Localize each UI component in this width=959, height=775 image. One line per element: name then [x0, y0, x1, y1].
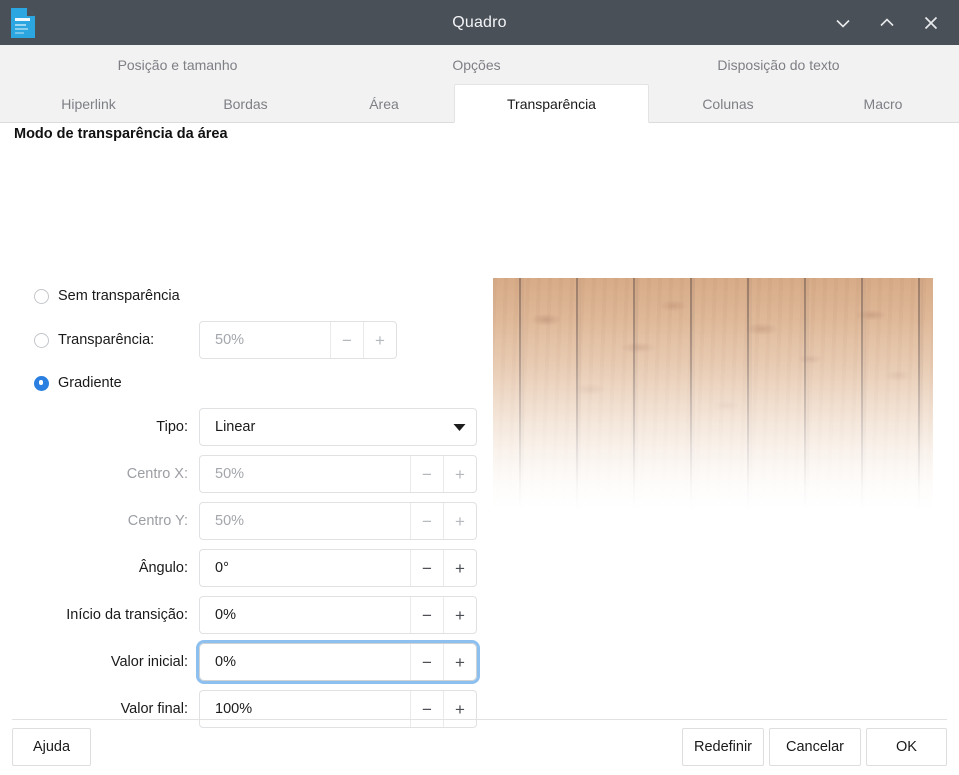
- label-valor-inicial: Valor inicial:: [110, 654, 188, 670]
- close-icon: [924, 16, 938, 29]
- panel-section-title: Modo de transparência da área: [14, 126, 228, 142]
- transparency-percent-increment[interactable]: +: [363, 322, 396, 358]
- tab-hiperlink[interactable]: Hiperlink: [0, 84, 177, 123]
- field-row-valor-final: Valor final: 100% − +: [34, 689, 477, 729]
- close-button[interactable]: [917, 9, 945, 37]
- tab-label: Opções: [452, 56, 501, 73]
- transparency-panel: Modo de transparência da área Sem transp…: [0, 123, 959, 728]
- maximize-button[interactable]: [873, 9, 901, 37]
- gradient-start-value-spinner[interactable]: 0% − +: [196, 640, 480, 684]
- radio-row-transparencia[interactable]: Transparência:: [34, 332, 154, 348]
- gradient-border-spinner[interactable]: 0% − +: [199, 596, 477, 634]
- tab-label: Hiperlink: [61, 95, 116, 112]
- gradient-center-x-increment[interactable]: +: [443, 456, 476, 492]
- gradient-center-x-spinner[interactable]: 50% − +: [199, 455, 477, 493]
- transparency-preview: [493, 278, 933, 510]
- gradient-end-value-decrement[interactable]: −: [410, 691, 443, 727]
- label-tipo: Tipo:: [156, 419, 188, 435]
- gradient-border-value[interactable]: 0%: [200, 597, 410, 633]
- tab-label: Transparência: [507, 95, 596, 112]
- gradient-start-value-decrement[interactable]: −: [410, 644, 443, 680]
- chevron-down-icon[interactable]: [442, 423, 476, 432]
- minimize-button[interactable]: [829, 9, 857, 37]
- tab-bordas[interactable]: Bordas: [177, 84, 314, 123]
- document-icon: [8, 6, 38, 40]
- gradient-center-y-decrement[interactable]: −: [410, 503, 443, 539]
- field-row-centro-y: Centro Y: 50% − +: [34, 501, 477, 541]
- window-controls: [829, 0, 959, 45]
- tab-label: Macro: [863, 95, 903, 112]
- radio-label: Sem transparência: [58, 288, 180, 304]
- radio-row-sem-transparencia[interactable]: Sem transparência: [34, 288, 180, 304]
- chevron-down-icon: [836, 19, 850, 28]
- gradient-start-value-increment[interactable]: +: [443, 644, 476, 680]
- gradient-angle-decrement[interactable]: −: [410, 550, 443, 586]
- gradient-angle-increment[interactable]: +: [443, 550, 476, 586]
- tab-row-primary: Posição e tamanho Opções Disposição do t…: [0, 45, 959, 84]
- tab-label: Disposição do texto: [717, 56, 840, 73]
- field-row-tipo: Tipo: Linear: [34, 407, 477, 447]
- label-angulo: Ângulo:: [138, 560, 188, 576]
- ok-button[interactable]: OK: [866, 728, 947, 766]
- help-button[interactable]: Ajuda: [12, 728, 91, 766]
- transparency-percent-spinner[interactable]: 50% − +: [199, 321, 397, 359]
- label-centro-x: Centro X:: [126, 466, 188, 482]
- label-centro-y: Centro Y:: [127, 513, 188, 529]
- tab-row-secondary: Hiperlink Bordas Área Transparência Colu…: [0, 84, 959, 123]
- label-inicio-da-transicao: Início da transição:: [66, 607, 188, 623]
- cancel-button[interactable]: Cancelar: [769, 728, 861, 766]
- tab-colunas[interactable]: Colunas: [649, 84, 807, 123]
- window-title: Quadro: [452, 13, 507, 31]
- gradient-center-x-decrement[interactable]: −: [410, 456, 443, 492]
- tab-area[interactable]: Área: [314, 84, 454, 123]
- gradient-angle-spinner[interactable]: 0° − +: [199, 549, 477, 587]
- field-row-valor-inicial: Valor inicial: 0% − +: [34, 640, 480, 684]
- radio-sem-transparencia[interactable]: [34, 288, 49, 304]
- gradient-end-value[interactable]: 100%: [200, 691, 410, 727]
- button-bar-separator: [12, 719, 947, 720]
- transparency-percent-decrement[interactable]: −: [330, 322, 363, 358]
- field-row-centro-x: Centro X: 50% − +: [34, 454, 477, 494]
- gradient-border-increment[interactable]: +: [443, 597, 476, 633]
- gradient-center-y-value[interactable]: 50%: [200, 503, 410, 539]
- gradient-type-value: Linear: [215, 419, 256, 435]
- tab-label: Colunas: [702, 95, 754, 112]
- radio-gradiente[interactable]: [34, 375, 49, 391]
- tab-posicao-e-tamanho[interactable]: Posição e tamanho: [0, 45, 355, 84]
- radio-row-gradiente[interactable]: Gradiente: [34, 375, 122, 391]
- field-row-inicio-transicao: Início da transição: 0% − +: [34, 595, 477, 635]
- field-row-angulo: Ângulo: 0° − +: [34, 548, 477, 588]
- window-titlebar: Quadro: [0, 0, 959, 45]
- tab-opcoes[interactable]: Opções: [355, 45, 598, 84]
- dialog-button-bar: Ajuda Redefinir Cancelar OK: [0, 728, 959, 774]
- gradient-end-value-spinner[interactable]: 100% − +: [199, 690, 477, 728]
- label-valor-final: Valor final:: [120, 701, 188, 717]
- tab-disposicao-do-texto[interactable]: Disposição do texto: [598, 45, 959, 84]
- preview-gradient-overlay: [493, 278, 933, 510]
- tab-label: Posição e tamanho: [117, 56, 238, 73]
- tab-macro[interactable]: Macro: [807, 84, 959, 123]
- tab-label: Bordas: [223, 95, 268, 112]
- gradient-center-x-value[interactable]: 50%: [200, 456, 410, 492]
- gradient-end-value-increment[interactable]: +: [443, 691, 476, 727]
- reset-button[interactable]: Redefinir: [682, 728, 764, 766]
- tab-transparencia[interactable]: Transparência: [454, 84, 649, 123]
- chevron-up-icon: [880, 17, 894, 26]
- gradient-angle-value[interactable]: 0°: [200, 550, 410, 586]
- radio-label: Transparência:: [58, 332, 155, 348]
- radio-label: Gradiente: [58, 375, 122, 391]
- radio-transparencia[interactable]: [34, 332, 49, 348]
- dialog-tabstrip: Posição e tamanho Opções Disposição do t…: [0, 45, 959, 123]
- gradient-type-combo[interactable]: Linear: [199, 408, 477, 446]
- gradient-border-decrement[interactable]: −: [410, 597, 443, 633]
- transparency-percent-value[interactable]: 50%: [200, 322, 330, 358]
- gradient-start-value[interactable]: 0%: [200, 644, 410, 680]
- gradient-center-y-spinner[interactable]: 50% − +: [199, 502, 477, 540]
- tab-label: Área: [369, 95, 399, 112]
- gradient-center-y-increment[interactable]: +: [443, 503, 476, 539]
